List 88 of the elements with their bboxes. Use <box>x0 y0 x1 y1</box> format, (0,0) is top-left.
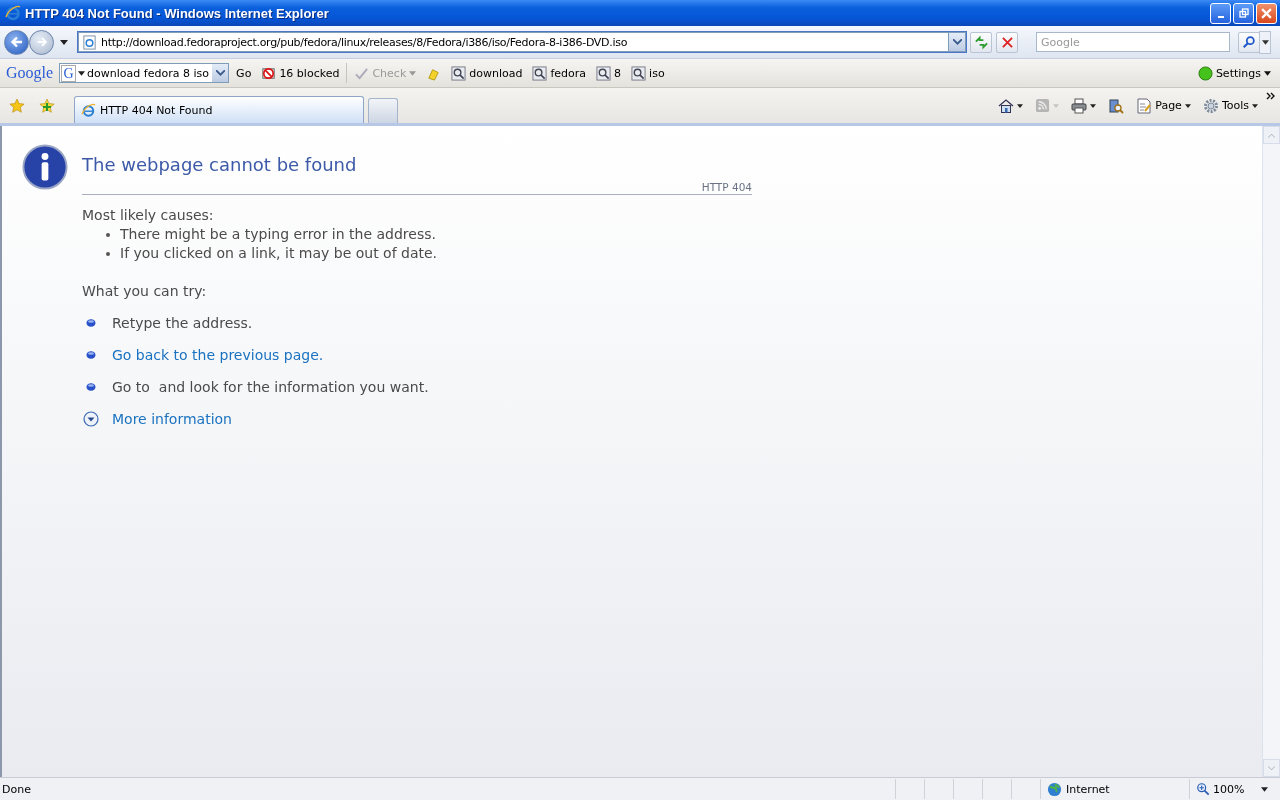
bullet-icon <box>86 318 96 328</box>
security-zone: Internet <box>1040 779 1190 799</box>
caret-icon <box>409 70 417 76</box>
caret-icon <box>1261 786 1269 792</box>
add-favorite-icon[interactable] <box>39 97 55 114</box>
feed-icon <box>1035 98 1051 113</box>
arrow-left-icon <box>8 34 25 50</box>
dropdown-button[interactable] <box>212 64 229 82</box>
search-field[interactable]: Google <box>1036 32 1230 52</box>
cause-text: There might be a typing error in the address. <box>120 225 436 244</box>
toolbar-logo: Google <box>6 64 54 82</box>
caret-icon <box>1184 103 1191 108</box>
caret-icon <box>1261 39 1269 45</box>
refresh-button[interactable] <box>970 31 992 53</box>
info-icon <box>22 144 68 190</box>
restore-button[interactable] <box>1233 2 1254 24</box>
tools-menu-button[interactable]: Tools <box>1198 95 1262 116</box>
close-icon <box>1261 7 1272 19</box>
settings-button[interactable]: Settings <box>1194 63 1274 83</box>
globe-icon <box>1047 781 1062 797</box>
address-dropdown-button[interactable] <box>948 33 965 51</box>
zoom-icon <box>1196 782 1210 796</box>
refresh-icon <box>973 34 989 50</box>
close-button[interactable] <box>1256 2 1277 24</box>
house-icon <box>998 97 1015 114</box>
bullet-icon <box>86 350 96 360</box>
browser-logo-icon <box>81 102 96 118</box>
caret-icon[interactable] <box>78 70 86 76</box>
status-text: Done <box>1 782 31 796</box>
search-icon <box>1242 35 1256 49</box>
search-engine-icon[interactable]: G <box>61 64 77 82</box>
popup-blocker-button[interactable]: 16 blocked <box>258 63 343 83</box>
go-button[interactable]: Go <box>233 64 255 82</box>
section-title: What you can try: <box>82 283 208 299</box>
caret-icon <box>1090 103 1097 108</box>
error-code: HTTP 404 <box>701 181 752 193</box>
stop-icon <box>1001 36 1013 48</box>
blocked-window-icon <box>261 65 277 81</box>
browser-tab[interactable]: HTTP 404 Not Found <box>74 96 364 123</box>
search-term-button[interactable]: download <box>448 63 526 83</box>
search-term-button[interactable]: 8 <box>593 63 625 83</box>
history-dropdown-icon[interactable] <box>60 39 68 45</box>
gear-icon <box>1202 97 1219 114</box>
chevron-icon[interactable] <box>1266 92 1276 100</box>
forward-button[interactable] <box>29 29 54 55</box>
suggestion-text: Retype the address. <box>112 315 253 331</box>
restore-icon <box>1238 8 1249 18</box>
minimize-button[interactable] <box>1210 2 1231 24</box>
caret-icon <box>1017 103 1024 108</box>
page-icon <box>82 34 97 50</box>
page-heading: The webpage cannot be found <box>82 154 358 177</box>
favorites-star-icon[interactable] <box>9 97 25 114</box>
expand-icon[interactable] <box>83 411 99 427</box>
section-title: Most likely causes: <box>82 207 215 223</box>
minimize-icon <box>1217 15 1224 18</box>
cause-text: If you clicked on a link, it may be out of date. <box>120 244 438 263</box>
search-term-button[interactable]: fedora <box>529 63 590 83</box>
stop-button[interactable] <box>996 31 1018 53</box>
caret-icon <box>1053 103 1060 108</box>
browser-logo-icon <box>5 5 21 21</box>
document-icon <box>1136 97 1153 114</box>
toolbar-search-field[interactable]: G download fedora 8 iso <box>59 63 230 83</box>
caret-icon <box>1252 103 1258 108</box>
magnifier-icon <box>596 65 612 81</box>
suggestion-text: Go to and look for the information you want. <box>112 379 429 395</box>
magnifier-icon <box>532 65 548 81</box>
magnifier-icon <box>631 65 647 81</box>
caret-icon <box>1264 70 1271 76</box>
book-magnifier-icon <box>1108 97 1125 114</box>
search-button[interactable] <box>1238 31 1260 53</box>
page-menu-button[interactable]: Page <box>1132 95 1195 116</box>
chevron-up-icon <box>1268 132 1275 138</box>
bullet-icon <box>86 382 96 392</box>
status-circle-icon <box>1197 65 1213 81</box>
chevron-down-icon <box>952 39 962 45</box>
search-options-button[interactable] <box>1259 30 1271 54</box>
address-field[interactable]: http://download.fedoraproject.org/pub/fedora/linux/releases/8/Fedora/i386/iso/Fedora-8-i386-DVD.iso <box>78 32 966 52</box>
search-term-button[interactable]: iso <box>628 63 668 83</box>
magnifier-icon <box>451 65 467 81</box>
back-link[interactable]: Go back to the previous page. <box>112 347 324 363</box>
printer-icon <box>1071 97 1088 114</box>
back-button[interactable] <box>4 29 29 55</box>
chevron-down-icon <box>1268 765 1275 771</box>
more-information-link[interactable]: More information <box>112 411 232 427</box>
check-mark-icon <box>354 65 370 81</box>
zoom-button[interactable]: 100% <box>1190 782 1280 796</box>
chevron-down-icon <box>215 70 225 76</box>
window-title: HTTP 404 Not Found - Windows Internet Explorer <box>25 5 329 21</box>
